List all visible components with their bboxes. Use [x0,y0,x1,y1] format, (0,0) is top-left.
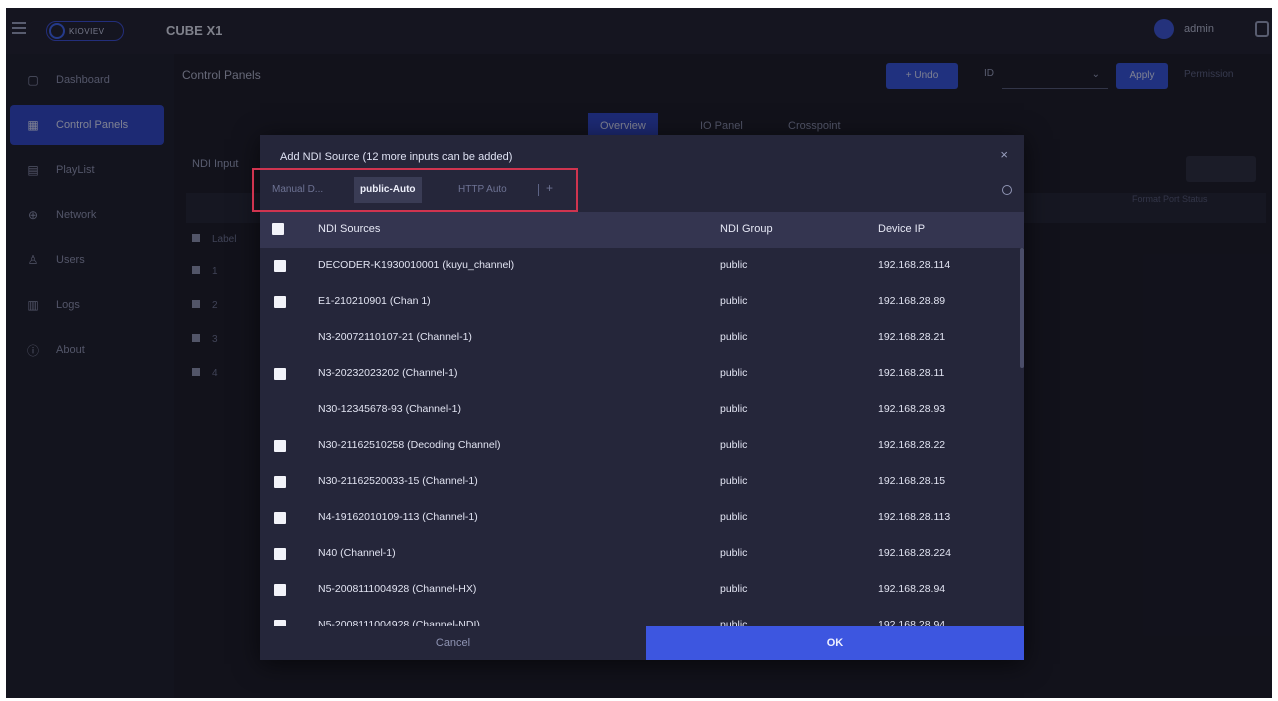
scrollbar[interactable] [1020,248,1024,368]
table-row[interactable]: DECODER-K1930010001 (kuyu_channel) public… [260,248,1024,284]
source-group: public [720,475,748,487]
column-device-ip: Device IP [878,223,926,235]
close-icon[interactable]: × [1000,147,1008,162]
row-checkbox[interactable] [274,476,286,488]
highlight-box [252,168,578,212]
row-checkbox[interactable] [274,368,286,380]
source-name: N4-19162010109-113 (Channel-1) [318,511,478,523]
table-row[interactable]: N3-20072110107-21 (Channel-1) public 192.1… [260,320,1024,356]
column-ndi-group: NDI Group [720,223,773,235]
sources-table-body: DECODER-K1930010001 (kuyu_channel) public… [260,248,1024,626]
source-group: public [720,583,748,595]
source-ip: 192.168.28.114 [878,259,951,271]
source-name: DECODER-K1930010001 (kuyu_channel) [318,259,515,271]
source-name: N40 (Channel-1) [318,547,396,559]
source-group: public [720,511,748,523]
app-window: KIOVIEV CUBE X1 admin ▢ Dashboard ▦ Control… [6,8,1272,698]
dialog-title: Add NDI Source (12 more inputs can be ad… [280,151,513,163]
table-row[interactable]: N40 (Channel-1) public 192.168.28.224 [260,536,1024,572]
table-row[interactable]: N4-19162010109-113 (Channel-1) public 192.… [260,500,1024,536]
source-name: N3-20232023202 (Channel-1) [318,367,458,379]
source-group: public [720,259,748,271]
table-row[interactable]: N3-20232023202 (Channel-1) public 192.168.… [260,356,1024,392]
cancel-button[interactable]: Cancel [260,626,646,660]
source-group: public [720,367,748,379]
source-ip: 192.168.28.11 [878,367,945,379]
dialog-footer: Cancel OK [260,626,1024,660]
source-group: public [720,403,748,415]
source-ip: 192.168.28.113 [878,511,951,523]
row-checkbox[interactable] [274,548,286,560]
add-ndi-source-dialog: Add NDI Source (12 more inputs can be ad… [252,135,1024,660]
row-checkbox[interactable] [274,296,286,308]
source-name: N5-2008111004928 (Channel-NDI) [318,619,480,626]
source-ip: 192.168.28.21 [878,331,946,343]
source-group: public [720,619,748,626]
row-checkbox[interactable] [274,440,286,452]
table-row[interactable]: N30-21162520033-15 (Channel-1) public 192.… [260,464,1024,500]
source-name: N5-2008111004928 (Channel-HX) [318,583,477,595]
source-group: public [720,547,748,559]
table-row[interactable]: N5-2008111004928 (Channel-NDI) public 192.… [260,608,1024,626]
sources-table-header: NDI Sources NDI Group Device IP [260,212,1024,248]
source-ip: 192.168.28.93 [878,403,946,415]
source-ip: 192.168.28.89 [878,295,946,307]
row-checkbox[interactable] [274,260,286,272]
source-ip: 192.168.28.22 [878,439,946,451]
source-ip: 192.168.28.94 [878,619,946,626]
source-group: public [720,331,748,343]
table-row[interactable]: N30-12345678-93 (Channel-1) public 192.168… [260,392,1024,428]
table-row[interactable]: N30-21162510258 (Decoding Channel) public… [260,428,1024,464]
source-ip: 192.168.28.15 [878,475,946,487]
table-row[interactable]: N5-2008111004928 (Channel-HX) public 192.1… [260,572,1024,608]
source-name: N30-21162510258 (Decoding Channel) [318,439,501,451]
source-name: N30-12345678-93 (Channel-1) [318,403,462,415]
select-all-checkbox[interactable] [272,223,284,235]
source-ip: 192.168.28.224 [878,547,951,559]
source-ip: 192.168.28.94 [878,583,946,595]
table-row[interactable]: E1-210210901 (Chan 1) public 192.168.28.89 [260,284,1024,320]
source-name: N30-21162520033-15 (Channel-1) [318,475,478,487]
refresh-icon[interactable] [1002,185,1012,195]
source-name: N3-20072110107-21 (Channel-1) [318,331,472,343]
row-checkbox[interactable] [274,512,286,524]
column-ndi-sources: NDI Sources [318,223,381,235]
source-group: public [720,295,748,307]
source-name: E1-210210901 (Chan 1) [318,295,431,307]
source-group: public [720,439,748,451]
ok-button[interactable]: OK [646,626,1024,660]
row-checkbox[interactable] [274,584,286,596]
